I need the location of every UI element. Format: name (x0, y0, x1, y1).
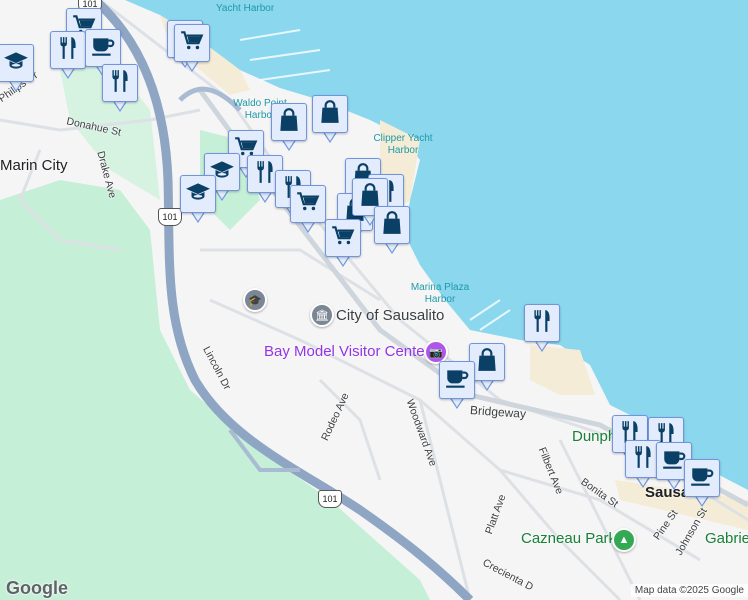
shopping-bag-icon (276, 107, 302, 138)
map-marker-coffee[interactable] (684, 459, 720, 509)
marker-box (271, 103, 307, 141)
coffee-icon (444, 365, 470, 396)
grocery-cart-icon (179, 28, 205, 59)
map-marker-grocery-cart[interactable] (290, 185, 326, 235)
grocery-cart-icon (295, 189, 321, 220)
label-yacht-harbor: Yacht Harbor (216, 3, 275, 14)
highway-shield: 101 (318, 490, 342, 508)
map-marker-coffee[interactable] (439, 361, 475, 411)
restaurant-icon (55, 35, 81, 66)
label-bay-model[interactable]: Bay Model Visitor Center (264, 344, 430, 359)
marker-box (0, 44, 34, 82)
marker-box (374, 206, 410, 244)
map-marker-grocery-cart[interactable] (174, 24, 210, 74)
street-bridgeway: Bridgeway (469, 403, 527, 421)
google-logo: Google (6, 578, 68, 598)
restaurant-icon (630, 444, 656, 475)
map-marker-restaurant[interactable] (524, 304, 560, 354)
highway-shield: 101 (158, 208, 182, 226)
marker-box (174, 24, 210, 62)
label-clipper-yacht-harbor: Clipper Yacht Harbor (373, 133, 433, 156)
map-marker-restaurant[interactable] (50, 31, 86, 81)
grocery-cart-icon (330, 223, 356, 254)
map-marker-school[interactable] (180, 175, 216, 225)
school-poi-icon[interactable]: 🎓 (243, 288, 267, 312)
coffee-icon (689, 463, 715, 494)
coffee-icon (90, 33, 116, 64)
label-cazneau-park[interactable]: Cazneau Park (521, 531, 616, 546)
city-hall-icon[interactable]: 🏛 (310, 303, 334, 327)
label-marina-plaza-harbor: Marina Plaza Harbor (410, 282, 470, 305)
marker-box (312, 95, 348, 133)
school-icon (3, 48, 29, 79)
map-marker-shopping-bag[interactable] (374, 206, 410, 256)
label-marin-city: Marin City (0, 157, 68, 174)
marker-box (290, 185, 326, 223)
shopping-bag-icon (474, 347, 500, 378)
label-dunphy-park[interactable]: Dunph (572, 429, 616, 444)
marker-box (85, 29, 121, 67)
map-marker-grocery-cart[interactable] (325, 219, 361, 269)
marker-box (50, 31, 86, 69)
shopping-bag-icon (379, 210, 405, 241)
restaurant-icon (107, 68, 133, 99)
school-icon (185, 179, 211, 210)
map-marker-shopping-bag[interactable] (312, 95, 348, 145)
marker-box (524, 304, 560, 342)
shopping-bag-icon (317, 99, 343, 130)
marker-box (439, 361, 475, 399)
map-marker-restaurant[interactable] (102, 64, 138, 114)
marker-box (180, 175, 216, 213)
label-gabrielson-park[interactable]: Gabrie (705, 531, 748, 546)
label-city-of-sausalito[interactable]: City of Sausalito (336, 308, 444, 323)
marker-box (102, 64, 138, 102)
map-marker-shopping-bag[interactable] (271, 103, 307, 153)
restaurant-icon (529, 308, 555, 339)
map-marker-school[interactable] (0, 44, 34, 94)
marker-box (684, 459, 720, 497)
map-attribution[interactable]: Map data ©2025 Google (630, 584, 748, 597)
marker-box (325, 219, 361, 257)
park-tree-icon[interactable]: ▲ (612, 528, 636, 552)
